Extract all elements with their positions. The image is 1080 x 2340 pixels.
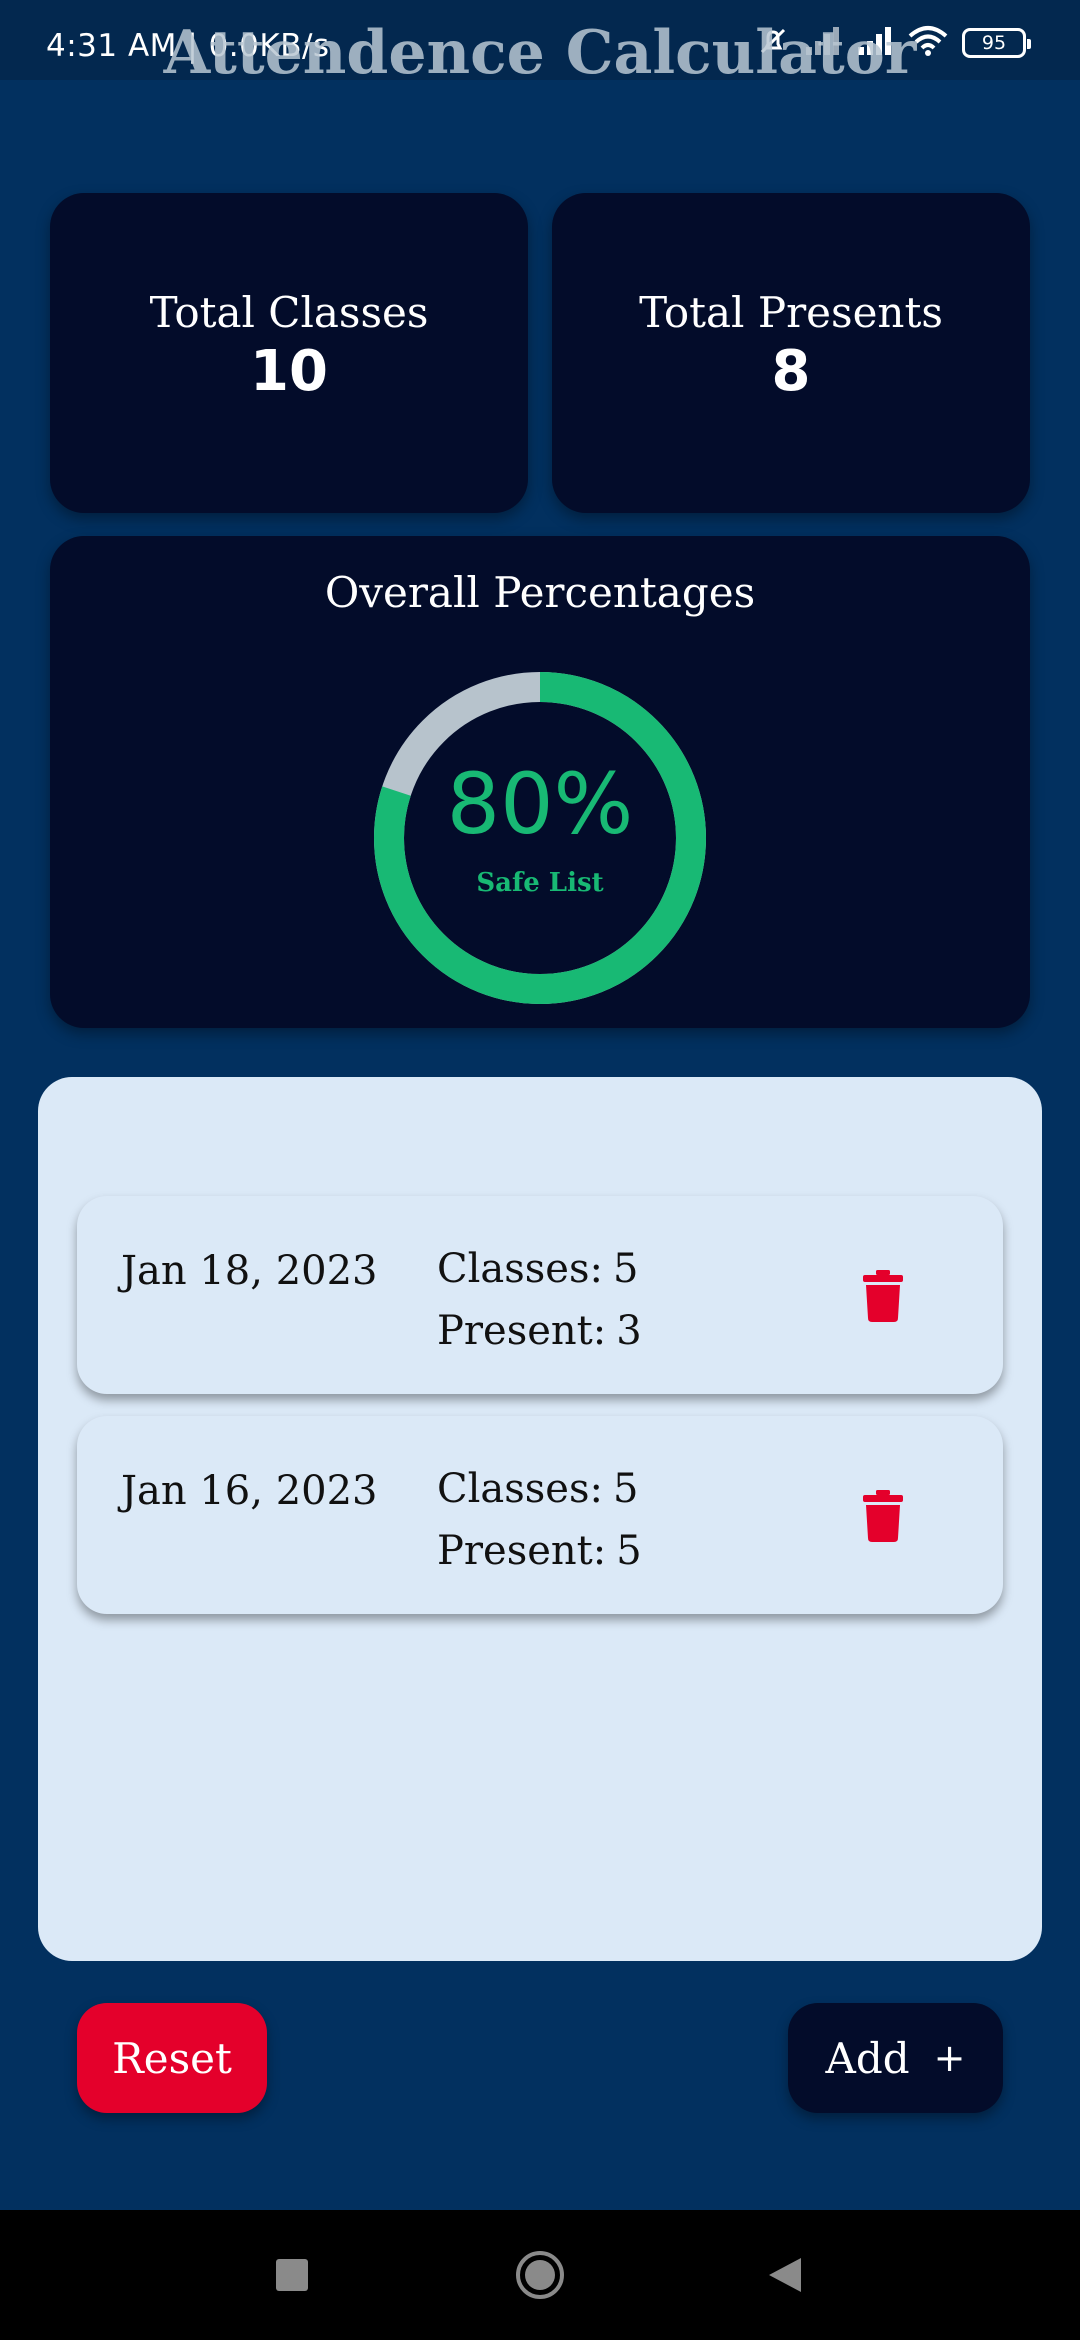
history-entry: Jan 16, 2023 Classes: 5 Present: 5: [77, 1416, 1003, 1614]
back-button[interactable]: [750, 2240, 820, 2310]
entry-classes-value: 5: [612, 1246, 639, 1292]
square-icon: [276, 2259, 308, 2291]
add-button[interactable]: Add +: [788, 2003, 1003, 2113]
ring-center: 80% Safe List: [372, 670, 708, 1006]
entry-date: Jan 16, 2023: [121, 1468, 378, 1514]
entry-classes-label: Classes:: [437, 1246, 603, 1292]
entry-classes-label: Classes:: [437, 1466, 603, 1512]
entry-present: Present: 3: [437, 1300, 642, 1362]
reset-button-label: Reset: [112, 2033, 232, 2083]
navigation-bar: [0, 2210, 1080, 2340]
total-classes-value: 10: [250, 339, 328, 404]
entry-classes-value: 5: [612, 1466, 639, 1512]
total-classes-label: Total Classes: [149, 288, 429, 337]
overall-title: Overall Percentages: [324, 568, 756, 617]
add-button-label: Add: [825, 2033, 910, 2083]
delete-entry-button[interactable]: [863, 1270, 903, 1322]
entry-present-value: 5: [616, 1528, 642, 1574]
total-presents-card: Total Presents 8: [552, 193, 1030, 513]
attendance-status: Safe List: [476, 868, 604, 898]
circle-icon: [516, 2251, 564, 2299]
entry-classes: Classes: 5: [437, 1238, 642, 1300]
recent-apps-button[interactable]: [257, 2240, 327, 2310]
trash-icon: [863, 1490, 903, 1542]
plus-icon: +: [933, 2036, 966, 2080]
delete-entry-button[interactable]: [863, 1490, 903, 1542]
entry-present: Present: 5: [437, 1520, 642, 1582]
overall-percentage-card: Overall Percentages 80% Safe List: [50, 536, 1030, 1028]
total-presents-value: 8: [771, 339, 811, 404]
back-triangle-icon: [769, 2258, 801, 2292]
attendance-history-panel: Jan 18, 2023 Classes: 5 Present: 3 Jan 16,…: [38, 1077, 1042, 1961]
reset-button[interactable]: Reset: [77, 2003, 267, 2113]
entry-present-label: Present:: [437, 1528, 607, 1574]
percentage-value: 80%: [446, 755, 634, 853]
entry-date: Jan 18, 2023: [121, 1248, 378, 1294]
app-screen: 4:31 AM | 0.0KB/s 95 Attendence Calculat…: [0, 0, 1080, 2340]
entry-present-label: Present:: [437, 1308, 607, 1354]
percentage-ring: 80% Safe List: [372, 670, 708, 1006]
history-entry: Jan 18, 2023 Classes: 5 Present: 3: [77, 1196, 1003, 1394]
entry-counts: Classes: 5 Present: 3: [437, 1238, 642, 1362]
home-button[interactable]: [505, 2240, 575, 2310]
page-title: Attendence Calculator: [163, 18, 917, 88]
entry-counts: Classes: 5 Present: 5: [437, 1458, 642, 1582]
total-classes-card: Total Classes 10: [50, 193, 528, 513]
entry-present-value: 3: [616, 1308, 642, 1354]
total-presents-label: Total Presents: [639, 288, 943, 337]
entry-classes: Classes: 5: [437, 1458, 642, 1520]
trash-icon: [863, 1270, 903, 1322]
